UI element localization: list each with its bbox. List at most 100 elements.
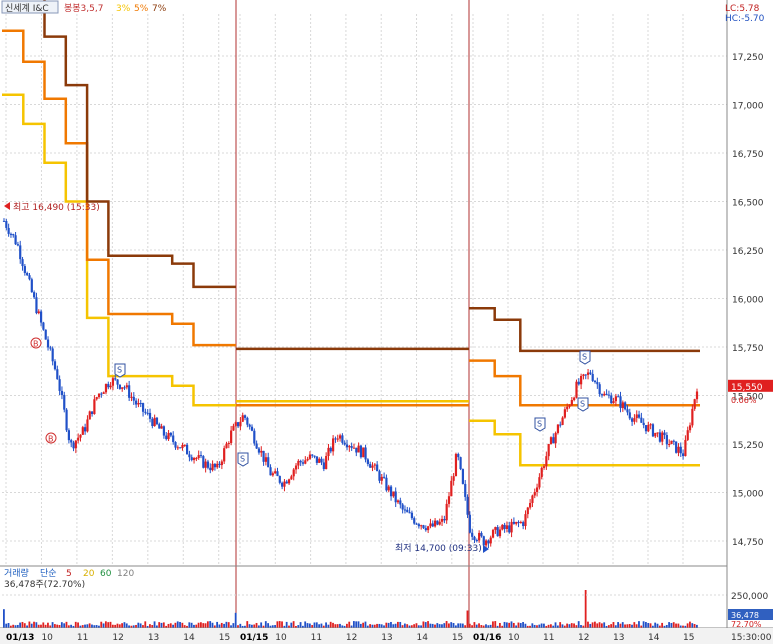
- envelope-line-3%: [469, 419, 700, 467]
- candle-body: [461, 469, 465, 484]
- volume-bar: [216, 621, 219, 628]
- volume-bar: [334, 624, 337, 628]
- candle-body: [573, 397, 576, 401]
- candle-body: [227, 443, 230, 445]
- volume-bar: [461, 623, 464, 628]
- candle-body: [679, 446, 682, 454]
- volume-bar: [158, 622, 161, 628]
- volume-bar: [642, 621, 645, 628]
- candle-body: [23, 266, 26, 274]
- candle-body: [693, 399, 696, 409]
- volume-bar: [28, 621, 31, 628]
- candle-body: [593, 380, 597, 383]
- candle-body: [90, 411, 94, 415]
- candle-body: [19, 245, 22, 260]
- x-tick-label: 14: [417, 633, 429, 643]
- volume-bar: [121, 623, 124, 628]
- volume-bar: [689, 621, 691, 628]
- candle-body: [420, 525, 423, 527]
- volume-ma-period: 5: [66, 569, 72, 579]
- y-tick-label: 16,500: [732, 199, 764, 209]
- volume-bar: [181, 622, 184, 628]
- volume-current-label: 36,478주(72.70%): [4, 579, 85, 590]
- volume-bar: [329, 621, 332, 628]
- candle-body: [12, 234, 15, 236]
- candle-body: [290, 476, 293, 480]
- candle-body: [529, 502, 532, 508]
- volume-bar: [624, 624, 626, 628]
- candle-body: [547, 444, 550, 457]
- x-tick-label: 13: [613, 633, 624, 643]
- candle-body: [153, 417, 156, 427]
- volume-bar: [522, 622, 524, 628]
- volume-bar: [594, 621, 596, 628]
- candle-body: [26, 273, 29, 276]
- candle-body: [230, 430, 233, 444]
- candle-body: [359, 445, 363, 458]
- candle-body: [357, 445, 360, 453]
- y-tick-label: 16,250: [732, 247, 764, 257]
- volume-bar: [51, 622, 54, 628]
- volume-bar: [167, 623, 170, 628]
- volume-bar: [359, 623, 362, 628]
- volume-bar: [584, 590, 587, 628]
- candle-body: [570, 400, 573, 406]
- candle-body: [306, 458, 309, 461]
- volume-bar: [677, 623, 680, 628]
- volume-bar: [561, 624, 564, 628]
- candle-body: [471, 532, 474, 537]
- volume-bar: [473, 622, 476, 628]
- candle-body: [195, 458, 198, 460]
- candle-body: [257, 448, 261, 453]
- x-tick-label: 13: [148, 633, 159, 643]
- sell-marker-label: S: [580, 400, 585, 409]
- volume-bar: [304, 621, 307, 628]
- x-tick-label: 15: [452, 633, 463, 643]
- candle-body: [218, 463, 221, 466]
- volume-bar: [441, 624, 443, 628]
- candle-body: [186, 444, 189, 455]
- candle-body: [589, 372, 592, 374]
- volume-bar: [399, 621, 402, 628]
- candle-body: [144, 411, 147, 413]
- candle-body: [49, 347, 52, 349]
- candle-body: [600, 394, 604, 396]
- candle-body: [248, 424, 251, 427]
- volume-bar: [179, 621, 181, 628]
- volume-bar: [549, 624, 552, 628]
- candle-body: [482, 536, 485, 546]
- candle-body: [517, 521, 520, 523]
- volume-bar: [33, 621, 35, 628]
- volume-bar: [239, 623, 242, 628]
- candle-body: [440, 518, 444, 522]
- candle-body: [545, 456, 548, 467]
- price-chart[interactable]: 최고 16,490 (15:33) 최저 14,700 (09:33) B B S S S S…: [0, 0, 773, 644]
- candle-body: [612, 401, 615, 404]
- candle-body: [209, 467, 212, 471]
- volume-bar: [675, 623, 677, 628]
- volume-bar: [626, 624, 629, 628]
- candle-body: [503, 524, 506, 529]
- candle-body: [190, 457, 193, 461]
- x-tick-label: 12: [578, 633, 589, 643]
- volume-bar: [290, 622, 293, 628]
- candle-body: [135, 400, 138, 405]
- volume-bar: [197, 622, 200, 628]
- volume-box-value: 36,478: [731, 611, 759, 620]
- volume-bar: [325, 622, 327, 628]
- x-tick-label: 10: [41, 633, 53, 643]
- volume-ma-period: 20: [83, 569, 95, 579]
- volume-ma-period: 120: [117, 569, 134, 579]
- volume-bar: [292, 621, 295, 628]
- volume-bar: [313, 622, 316, 628]
- volume-bar: [424, 622, 427, 628]
- volume-bar: [577, 621, 580, 628]
- candle-body: [253, 430, 256, 444]
- candle-body: [118, 384, 121, 389]
- candle-body: [408, 512, 411, 514]
- buy-marker-label: B: [48, 435, 54, 444]
- candle-body: [387, 486, 390, 491]
- volume-bar: [686, 623, 689, 628]
- volume-bar: [188, 622, 191, 628]
- volume-label: 거래량: [4, 567, 29, 579]
